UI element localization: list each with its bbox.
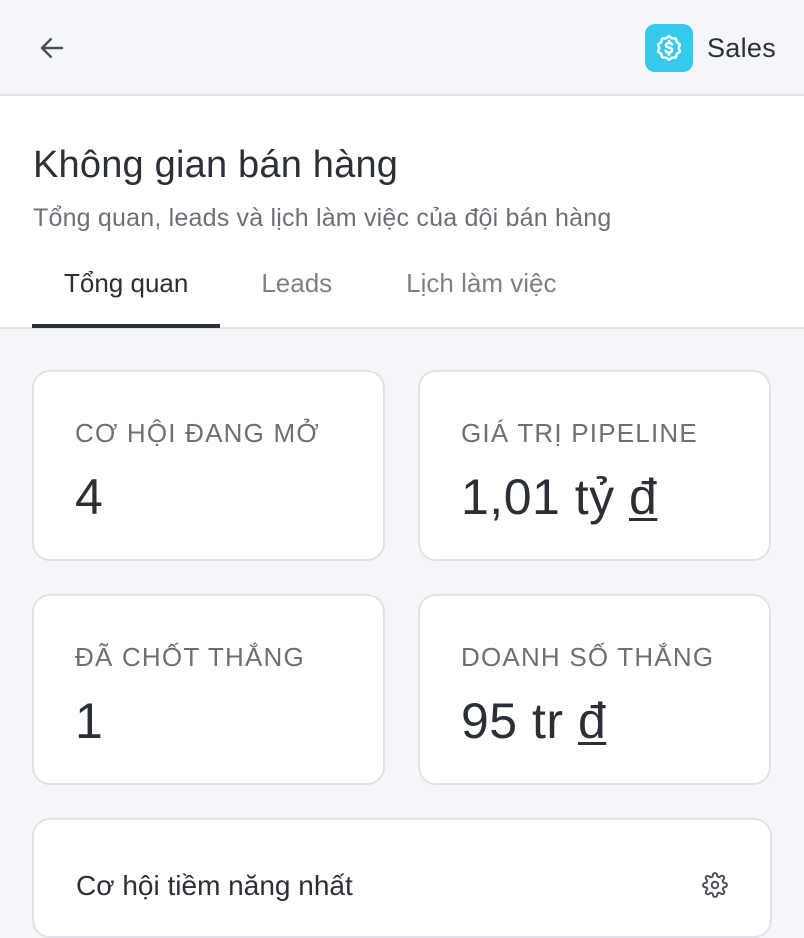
stat-value: 4: [75, 469, 104, 525]
arrow-left-icon: [40, 38, 64, 58]
top-app-bar: Sales: [0, 0, 804, 96]
tab-label: Leads: [261, 268, 333, 298]
stat-value: 1: [75, 693, 104, 749]
page-header: Không gian bán hàng Tổng quan, leads và …: [0, 96, 804, 329]
stat-label: ĐÃ CHỐT THẮNG: [75, 642, 305, 672]
page-title: Không gian bán hàng: [33, 144, 399, 186]
panel-title: Cơ hội tiềm năng nhất: [76, 870, 353, 901]
tab-schedule[interactable]: Lịch làm việc: [370, 260, 588, 327]
stat-label: CƠ HỘI ĐANG MỞ: [75, 418, 320, 448]
tab-label: Tổng quan: [64, 268, 189, 298]
panel-settings-button[interactable]: [700, 870, 730, 900]
stat-value: 1,01 tỷ đ: [461, 469, 658, 525]
top-opportunities-panel: Cơ hội tiềm năng nhất: [32, 818, 772, 938]
tab-leads[interactable]: Leads: [220, 260, 370, 327]
stat-label: DOANH SỐ THẮNG: [461, 642, 715, 672]
app-brand[interactable]: Sales: [644, 24, 776, 72]
stat-card-open-opportunities: CƠ HỘI ĐANG MỞ 4: [32, 370, 385, 561]
stat-card-won-revenue: DOANH SỐ THẮNG 95 tr đ: [418, 594, 771, 785]
tab-label: Lịch làm việc: [406, 268, 557, 298]
stat-card-closed-won: ĐÃ CHỐT THẮNG 1: [32, 594, 385, 785]
app-name: Sales: [706, 32, 776, 63]
stat-label: GIÁ TRỊ PIPELINE: [461, 418, 698, 448]
stat-value: 95 tr đ: [461, 693, 607, 749]
back-button[interactable]: [28, 26, 76, 70]
gear-icon: [702, 872, 728, 898]
page-subtitle: Tổng quan, leads và lịch làm việc của độ…: [33, 204, 612, 232]
dollar-coin-icon: [656, 34, 682, 62]
tab-bar: Tổng quan Leads Lịch làm việc: [32, 260, 588, 328]
stat-card-pipeline-value: GIÁ TRỊ PIPELINE 1,01 tỷ đ: [418, 370, 771, 561]
tab-overview[interactable]: Tổng quan: [32, 260, 221, 328]
app-logo: [644, 24, 693, 72]
